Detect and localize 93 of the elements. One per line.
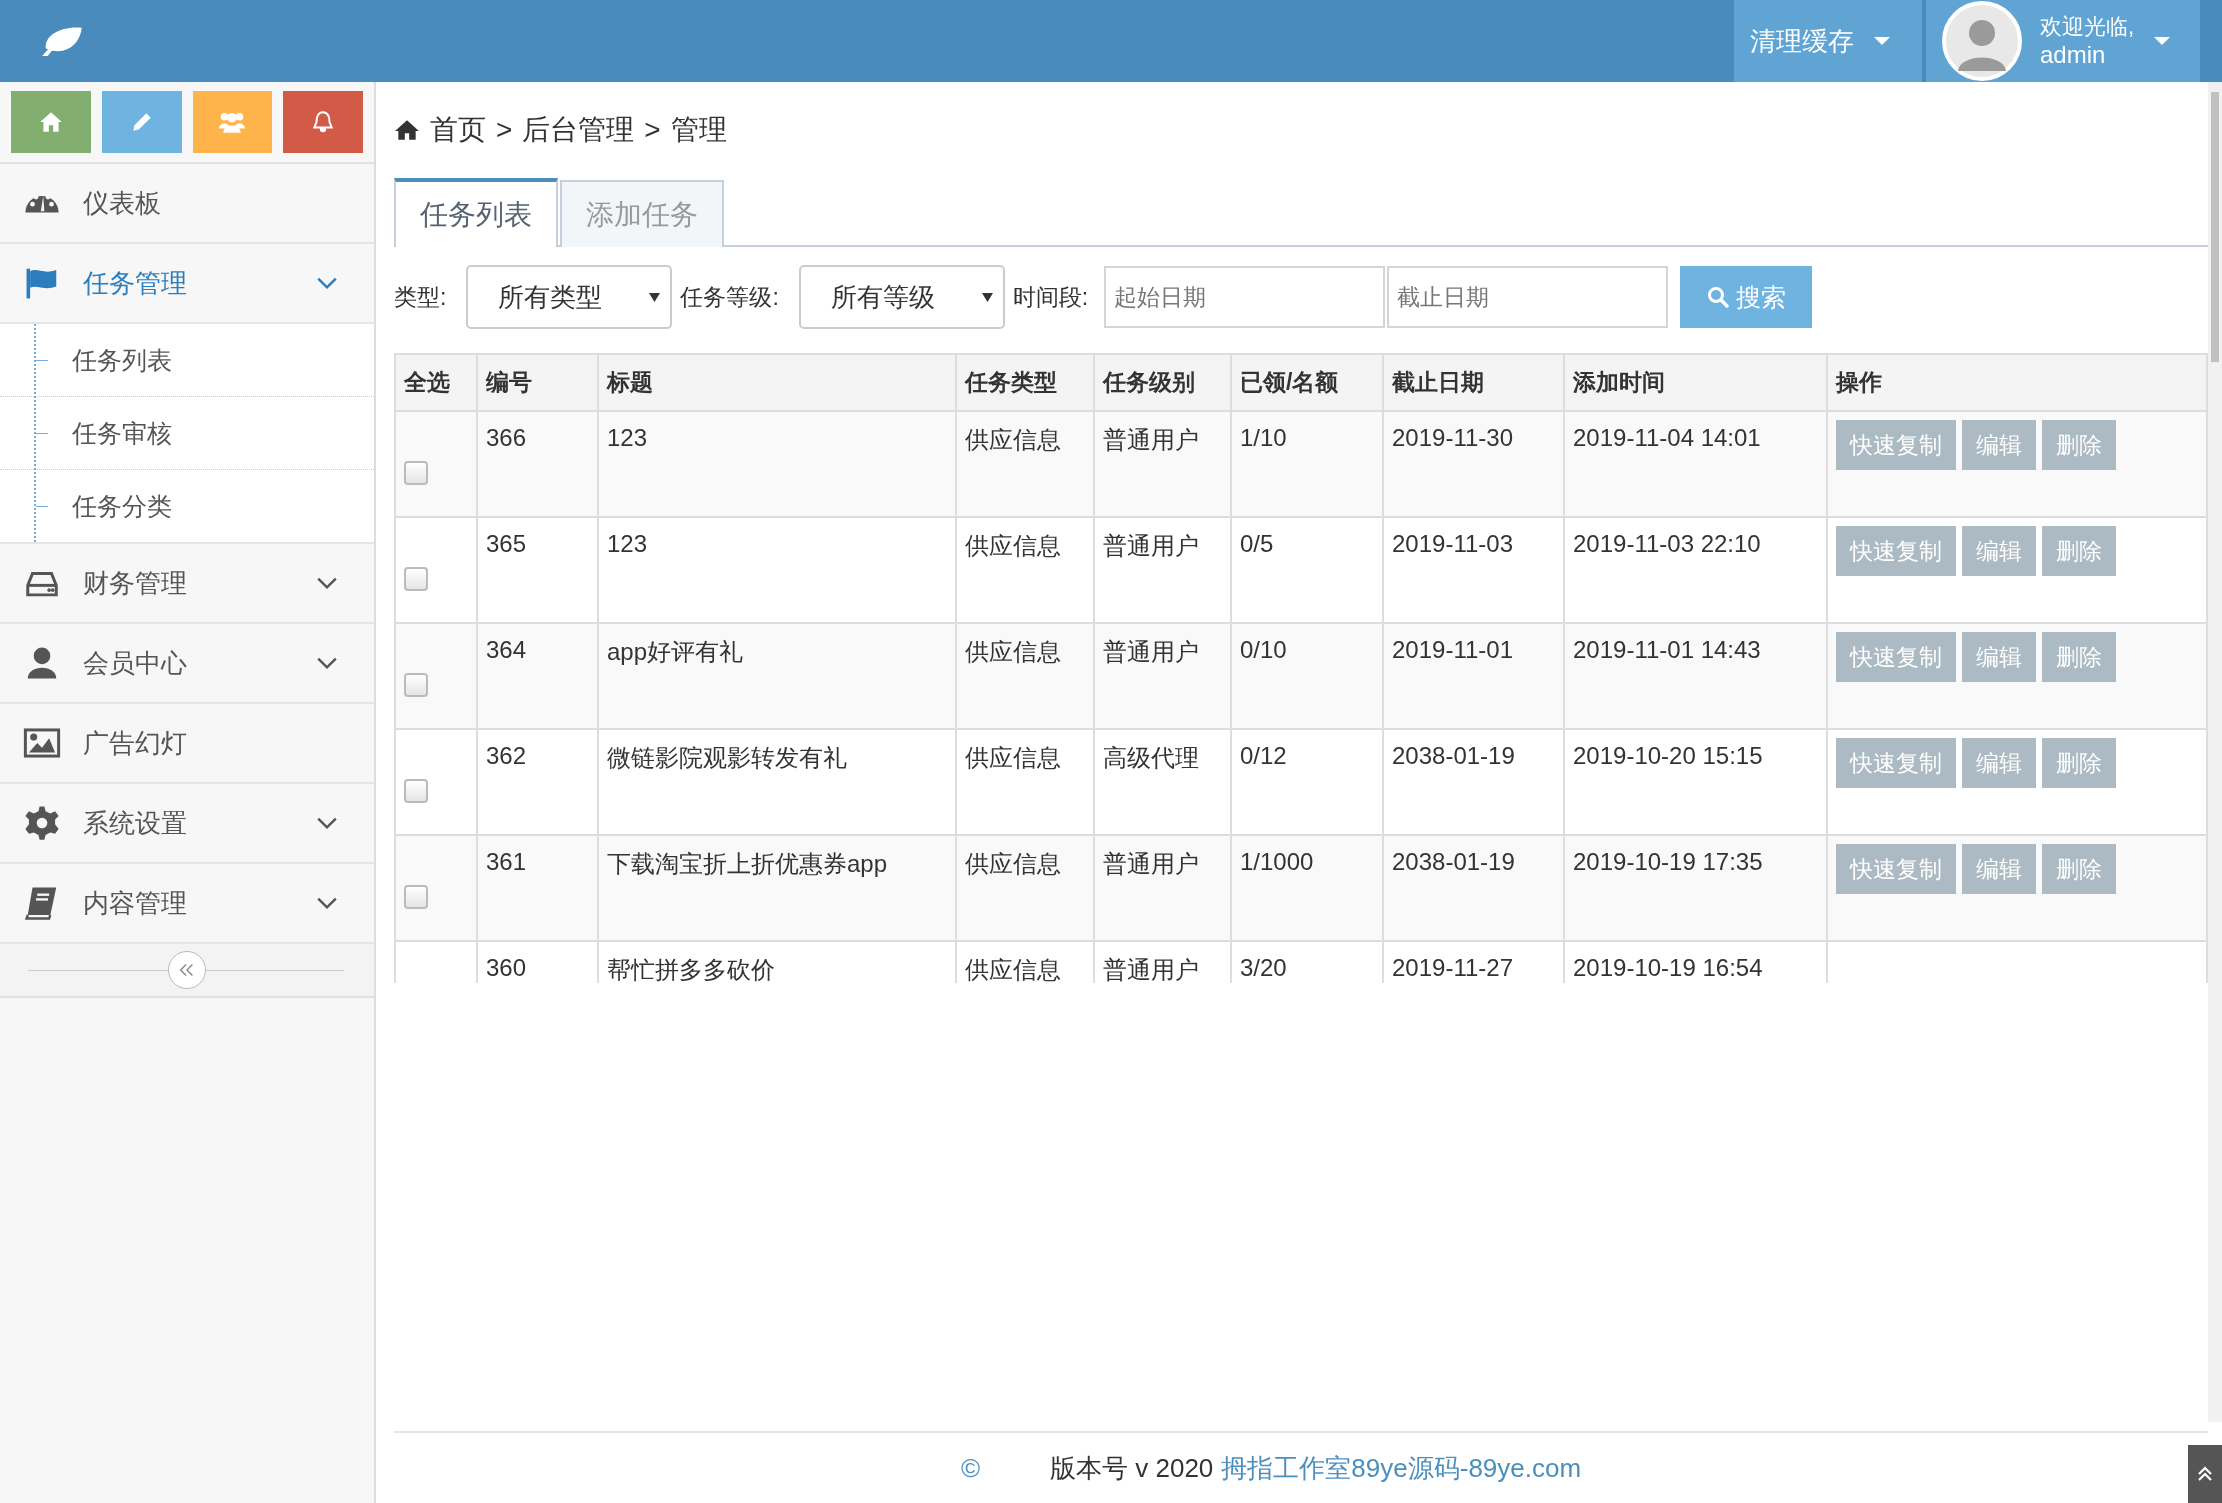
table-cell: 366 <box>477 411 598 517</box>
sidebar-item[interactable]: 系统设置 <box>0 784 374 864</box>
column-header: 任务类型 <box>956 354 1094 411</box>
row-action-button[interactable]: 快速复制 <box>1836 844 1956 894</box>
row-action-button[interactable]: 快速复制 <box>1836 738 1956 788</box>
row-checkbox[interactable] <box>404 779 428 803</box>
tab[interactable]: 任务列表 <box>394 178 558 247</box>
chevron-down-icon <box>316 576 338 590</box>
level-select[interactable]: 所有等级 <box>798 265 1005 329</box>
sidebar-item[interactable]: 财务管理 <box>0 544 374 624</box>
row-action-button[interactable]: 编辑 <box>1962 420 2036 470</box>
table-cell: 1/10 <box>1231 411 1383 517</box>
row-action-button[interactable]: 编辑 <box>1962 738 2036 788</box>
gear-icon <box>23 804 61 842</box>
table-cell: 2019-10-19 17:35 <box>1564 835 1827 941</box>
column-header: 操作 <box>1827 354 2207 411</box>
table-cell: 2038-01-19 <box>1383 835 1564 941</box>
row-action-button[interactable]: 删除 <box>2042 844 2116 894</box>
table-cell: 供应信息 <box>956 623 1094 729</box>
caret-icon <box>1872 35 1892 47</box>
back-to-top-button[interactable] <box>2188 1445 2222 1503</box>
column-header: 标题 <box>598 354 956 411</box>
sidebar-item[interactable]: 会员中心 <box>0 624 374 704</box>
scrollbar[interactable] <box>2208 82 2222 1422</box>
column-header: 任务级别 <box>1094 354 1231 411</box>
breadcrumb-link[interactable]: 首页 <box>430 111 486 149</box>
filter-label: 类型: <box>394 282 447 312</box>
chevron-down-icon <box>316 656 338 670</box>
filter-label: 任务等级: <box>680 282 779 312</box>
table-cell: 下载淘宝折上折优惠券app <box>598 835 956 941</box>
end-date-field[interactable]: 截止日期 <box>1387 266 1669 328</box>
column-header: 编号 <box>477 354 598 411</box>
row-action-button[interactable]: 编辑 <box>1962 632 2036 682</box>
bell-shortcut-button[interactable] <box>283 91 363 153</box>
sidebar-item[interactable]: 仪表板 <box>0 164 374 244</box>
table-cell: 供应信息 <box>956 835 1094 941</box>
row-action-button[interactable]: 快速复制 <box>1836 632 1956 682</box>
row-action-button[interactable]: 删除 <box>2042 526 2116 576</box>
table-cell: 364 <box>477 623 598 729</box>
table-cell: 2019-11-04 14:01 <box>1564 411 1827 517</box>
row-action-button[interactable]: 删除 <box>2042 420 2116 470</box>
caret-icon <box>2152 35 2173 47</box>
search-button[interactable]: 搜索 <box>1680 266 1813 328</box>
row-action-button[interactable]: 编辑 <box>1962 526 2036 576</box>
breadcrumb-separator: > <box>496 114 513 146</box>
breadcrumb-link[interactable]: 后台管理 <box>522 111 635 149</box>
filter-label: 时间段: <box>1012 282 1089 312</box>
search-icon <box>1706 285 1731 309</box>
home-shortcut-button[interactable] <box>11 91 91 153</box>
table-cell: 普通用户 <box>1094 835 1231 941</box>
dropdown-arrow-icon <box>649 293 661 302</box>
start-date-field[interactable]: 起始日期 <box>1104 266 1386 328</box>
table-cell: 123 <box>598 411 956 517</box>
chevron-down-icon <box>316 276 338 290</box>
user-menu[interactable]: 欢迎光临, admin <box>1926 0 2200 82</box>
column-header: 添加时间 <box>1564 354 1827 411</box>
collapse-sidebar-button[interactable] <box>168 951 206 989</box>
table-cell: 普通用户 <box>1094 411 1231 517</box>
row-checkbox[interactable] <box>404 461 428 485</box>
users-shortcut-button[interactable] <box>192 91 273 153</box>
column-header: 截止日期 <box>1383 354 1564 411</box>
tab[interactable]: 添加任务 <box>560 180 724 247</box>
table-cell: app好评有礼 <box>598 623 956 729</box>
dropdown-arrow-icon <box>981 293 993 302</box>
row-checkbox[interactable] <box>404 567 428 591</box>
double-chevron-left-icon <box>178 961 196 979</box>
row-checkbox[interactable] <box>404 885 428 909</box>
breadcrumb-separator: > <box>644 114 661 146</box>
row-checkbox[interactable] <box>404 673 428 697</box>
sidebar-item[interactable]: 广告幻灯 <box>0 704 374 784</box>
chevron-down-icon <box>316 896 338 910</box>
column-header[interactable]: 全选 <box>395 354 477 411</box>
table-cell: 2019-11-30 <box>1383 411 1564 517</box>
clear-cache-menu[interactable]: 清理缓存 <box>1734 0 1922 82</box>
chevron-down-icon <box>316 816 338 830</box>
table-cell: 1/1000 <box>1231 835 1383 941</box>
version-text: 版本号 v 2020 <box>1050 1451 1214 1485</box>
row-action-button[interactable]: 快速复制 <box>1836 420 1956 470</box>
pencil-shortcut-button[interactable] <box>101 91 182 153</box>
type-select[interactable]: 所有类型 <box>466 265 673 329</box>
row-action-button[interactable]: 删除 <box>2042 738 2116 788</box>
table-cell: 供应信息 <box>956 411 1094 517</box>
table-cell: 0/10 <box>1231 623 1383 729</box>
row-action-button[interactable]: 编辑 <box>1962 844 2036 894</box>
table-cell: 普通用户 <box>1094 623 1231 729</box>
column-header: 已领/名额 <box>1231 354 1383 411</box>
row-action-button[interactable]: 快速复制 <box>1836 526 1956 576</box>
row-action-button[interactable]: 删除 <box>2042 632 2116 682</box>
copyright-symbol: © <box>960 1452 981 1484</box>
table-cell: 361 <box>477 835 598 941</box>
footer-link[interactable]: 拇指工作室89ye源码-89ye.com <box>1221 1450 1582 1486</box>
table-cell: 2019-11-01 14:43 <box>1564 623 1827 729</box>
table-cell: 2019-11-01 <box>1383 623 1564 729</box>
